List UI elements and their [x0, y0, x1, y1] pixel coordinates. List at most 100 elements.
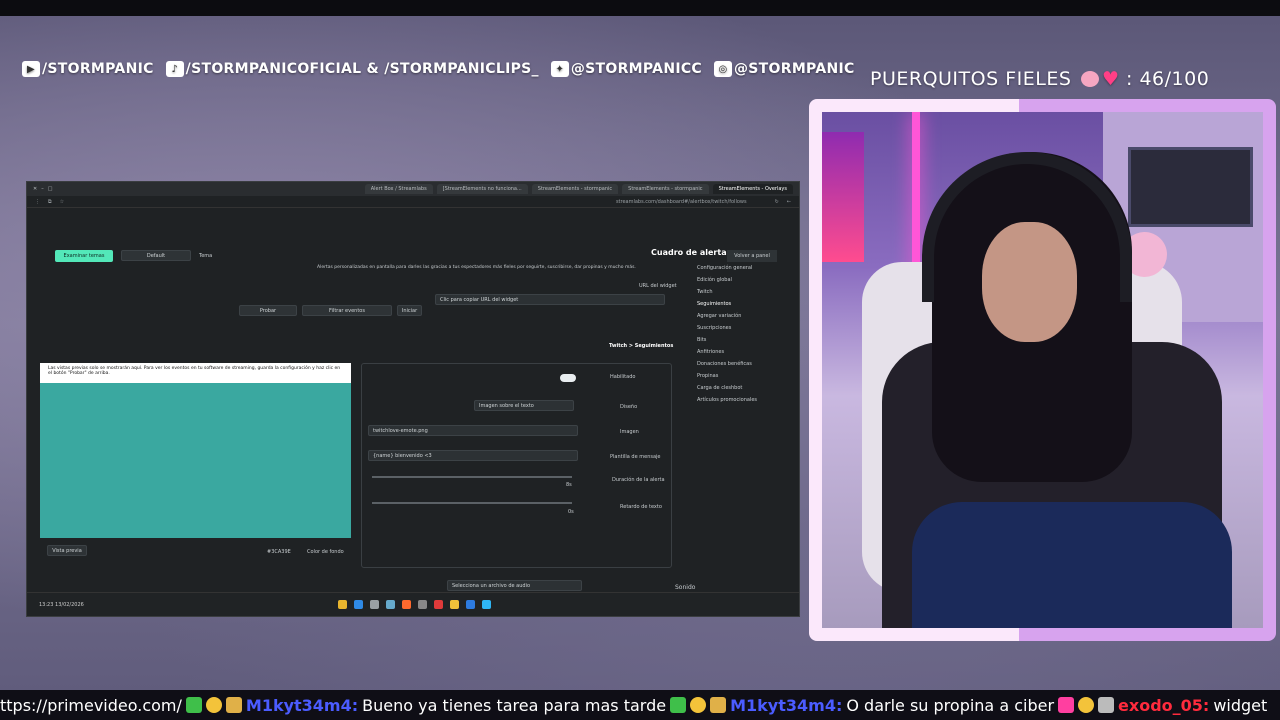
browser-tab[interactable]: Alert Box / Streamlabs [364, 184, 433, 194]
start-button[interactable]: Iniciar [397, 305, 422, 316]
sidebar-item[interactable]: Configuración general [697, 262, 797, 274]
app-icon[interactable] [417, 600, 427, 609]
minimize-icon[interactable]: – [41, 186, 44, 192]
widget-url-field[interactable]: Clic para copiar URL del widget [435, 294, 665, 305]
social-tiktok: ♪/STORMPANICOFICIAL & /STORMPANICLIPS_ [165, 61, 539, 77]
top-band [0, 0, 1280, 16]
cool-emote-icon [205, 697, 222, 713]
chrome-icon[interactable] [337, 600, 347, 609]
taskbar-clock: 13:23 13/02/2026 [39, 601, 84, 608]
delay-slider[interactable] [372, 502, 572, 504]
check-emote-icon [185, 697, 202, 713]
duration-label: Duración de la alerta [612, 477, 665, 483]
filter-events-button[interactable]: Filtrar eventos [302, 305, 392, 316]
menu-icon[interactable]: ⋮ [35, 199, 40, 205]
browser-tab[interactable]: StreamElements - Overlays [712, 184, 793, 194]
badge-emote-icon [1098, 697, 1115, 713]
template-field[interactable]: {name} bienvenido <3 [368, 450, 578, 461]
bg-color-value[interactable]: #3CA39E [267, 549, 291, 555]
twitter-handle: @STORMPANICC [570, 61, 702, 77]
sidebar-item[interactable]: Anfitriones [697, 346, 797, 358]
image-field[interactable]: twitchlove-emote.png [368, 425, 578, 436]
ticker-message: ttps://primevideo.com/ [0, 695, 182, 715]
duration-value: 8s [566, 482, 572, 488]
section-title: Twitch > Seguimientos [609, 343, 674, 349]
cool-emote-icon [1078, 697, 1095, 713]
webcam-feed [822, 112, 1263, 628]
preview-button[interactable]: Vista previa [47, 545, 87, 556]
social-youtube: ▶/STORMPANIC [22, 61, 154, 77]
settings-panel: Habilitado Diseño Imagen sobre el texto … [361, 363, 672, 568]
page-description: Alertas personalizadas en pantalla para … [317, 265, 636, 270]
ticker-username: exodo_05: [1118, 695, 1210, 715]
theme-label: Tema [199, 253, 213, 259]
store-icon[interactable] [465, 600, 475, 609]
check-emote-icon [670, 697, 687, 713]
maximize-icon[interactable]: □ [48, 186, 53, 192]
sidebar-item-active[interactable]: Seguimientos [697, 298, 797, 310]
image-label: Imagen [620, 429, 639, 435]
extensions-icon[interactable]: ⧉ [48, 199, 52, 205]
follower-goal: PUERQUITOS FIELES ♥ : 46/100 [870, 68, 1209, 90]
explore-themes-button[interactable]: Examinar temas [55, 250, 113, 262]
sidebar: Volver a panel Configuración general Edi… [697, 250, 797, 406]
sidebar-item[interactable]: Artículos promocionales [697, 394, 797, 406]
sidebar-item[interactable]: Edición global [697, 274, 797, 286]
back-to-panel-button[interactable]: Volver a panel [727, 250, 777, 262]
goal-label: PUERQUITOS FIELES [870, 68, 1072, 90]
url-text[interactable]: streamlabs.com/dashboard#/alertbox/twitc… [72, 199, 767, 205]
theme-select[interactable]: Default [121, 250, 191, 261]
gift-emote-icon [710, 697, 727, 713]
design-select[interactable]: Imagen sobre el texto [474, 400, 574, 411]
preview-warning: Las vistas previas solo se mostrarán aqu… [40, 363, 351, 383]
design-label: Diseño [620, 404, 638, 410]
edge-icon[interactable] [353, 600, 363, 609]
sidebar-item[interactable]: Suscripciones [697, 322, 797, 334]
social-twitter: ✦ @STORMPANICC [550, 61, 702, 77]
sidebar-item[interactable]: Donaciones benéficas [697, 358, 797, 370]
test-button[interactable]: Probar [239, 305, 297, 316]
star-icon[interactable]: ☆ [60, 199, 64, 205]
browser-tab[interactable]: [StreamElements no funciona... [436, 184, 528, 194]
sidebar-item[interactable]: Agregar variación [697, 310, 797, 322]
close-icon[interactable]: ✕ [33, 186, 37, 192]
chat-ticker: ttps://primevideo.com/ M1kyt34m4: Bueno … [0, 690, 1280, 720]
windows-icon[interactable] [481, 600, 491, 609]
sidebar-item[interactable]: Carga de cleshbot [697, 382, 797, 394]
webcam-frame [809, 99, 1276, 641]
reload-icon[interactable]: ↻ [775, 199, 779, 205]
delay-value: 0s [568, 509, 574, 515]
sound-select[interactable]: Selecciona un archivo de audio [447, 580, 582, 591]
template-label: Plantilla de mensaje [610, 454, 661, 460]
delay-label: Retardo de texto [620, 504, 662, 510]
goal-count: : 46/100 [1126, 68, 1210, 90]
duration-slider[interactable] [372, 476, 572, 478]
enabled-toggle[interactable] [560, 374, 576, 382]
copy-url-text[interactable]: Clic para copiar URL del widget [440, 297, 518, 303]
back-icon[interactable]: ← [787, 199, 791, 205]
browser-capture: ✕ – □ Alert Box / Streamlabs [StreamElem… [26, 181, 800, 617]
sidebar-item[interactable]: Propinas [697, 370, 797, 382]
browser-tab[interactable]: StreamElements - stormpanic [622, 184, 709, 194]
sound-label: Sonido [675, 584, 696, 591]
brave-icon[interactable] [401, 600, 411, 609]
bg-color-label: Color de fondo [307, 549, 344, 555]
enabled-label: Habilitado [610, 374, 636, 380]
heart-emote-icon [1058, 697, 1075, 713]
browser-tab[interactable]: StreamElements - stormpanic [531, 184, 619, 194]
instagram-icon: ◎ [714, 61, 732, 77]
tiktok-handle: /STORMPANICOFICIAL & /STORMPANICLIPS_ [185, 61, 539, 77]
ticker-message: Bueno ya tienes tarea para mas tarde [362, 695, 667, 715]
tiktok-icon: ♪ [165, 61, 184, 77]
address-bar[interactable]: ⋮ ⧉ ☆ streamlabs.com/dashboard#/alertbox… [27, 196, 799, 208]
sidebar-item[interactable]: Twitch [697, 286, 797, 298]
social-links-bar: ▶/STORMPANIC ♪/STORMPANICOFICIAL & /STOR… [22, 58, 861, 80]
app-icon[interactable] [385, 600, 395, 609]
folder-icon[interactable] [449, 600, 459, 609]
app-icon[interactable] [433, 600, 443, 609]
heart-icon: ♥ [1101, 68, 1120, 90]
app-icon[interactable] [369, 600, 379, 609]
gift-emote-icon [225, 697, 242, 713]
social-instagram: ◎ @STORMPANIC [714, 61, 855, 77]
sidebar-item[interactable]: Bits [697, 334, 797, 346]
